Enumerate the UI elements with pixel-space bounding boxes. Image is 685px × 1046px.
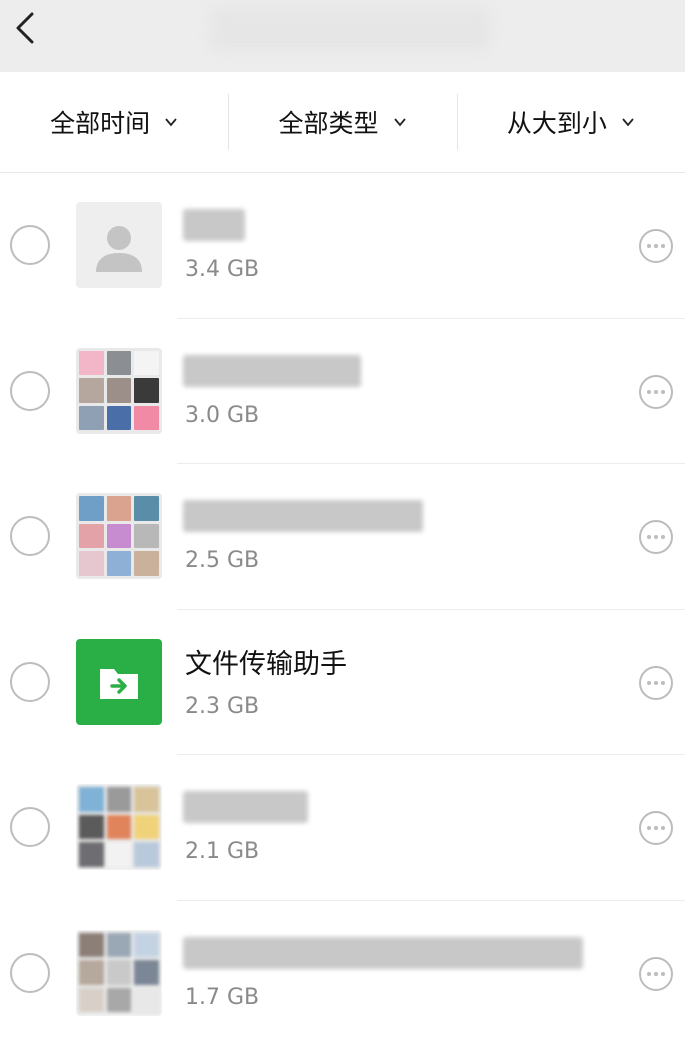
more-options-button[interactable]: [639, 957, 673, 991]
list-item[interactable]: 2.5 GB: [0, 464, 685, 610]
group-name-redacted: [183, 937, 583, 969]
list-item[interactable]: 3.4 GB: [0, 173, 685, 319]
more-options-button[interactable]: [639, 811, 673, 845]
group-name-redacted: [183, 355, 361, 387]
chevron-left-icon: [14, 12, 36, 44]
list-item[interactable]: 3.0 GB: [0, 319, 685, 465]
type-filter-label: 全部类型: [278, 104, 378, 140]
file-transfer-avatar: [76, 639, 162, 725]
group-name-redacted: [183, 500, 423, 532]
group-avatar: [76, 930, 162, 1016]
storage-size: 3.0 GB: [185, 403, 259, 428]
chevron-down-icon: [393, 115, 407, 129]
select-radio[interactable]: [10, 807, 50, 847]
more-options-button[interactable]: [639, 520, 673, 554]
more-options-button[interactable]: [639, 229, 673, 263]
select-radio[interactable]: [10, 953, 50, 993]
storage-size: 3.4 GB: [185, 257, 259, 282]
contact-name: 文件传输助手: [185, 642, 347, 681]
avatar: [76, 202, 162, 288]
sort-order-label: 从大到小: [507, 104, 607, 140]
select-radio[interactable]: [10, 225, 50, 265]
storage-size: 2.5 GB: [185, 548, 259, 573]
storage-size: 1.7 GB: [185, 985, 259, 1010]
storage-size: 2.3 GB: [185, 694, 259, 719]
contact-name-redacted: [183, 209, 245, 241]
list-item[interactable]: 文件传输助手 2.3 GB: [0, 610, 685, 756]
chevron-down-icon: [164, 115, 178, 129]
page-title-redacted: [210, 6, 490, 50]
group-avatar: [76, 784, 162, 870]
sort-order-dropdown[interactable]: 从大到小: [457, 72, 685, 172]
select-radio[interactable]: [10, 516, 50, 556]
folder-arrow-icon: [76, 639, 162, 725]
time-filter-label: 全部时间: [50, 104, 150, 140]
group-name-redacted: [183, 791, 308, 823]
default-person-icon: [76, 202, 162, 288]
select-radio[interactable]: [10, 662, 50, 702]
more-options-button[interactable]: [639, 375, 673, 409]
list-item[interactable]: 1.7 GB: [0, 901, 685, 1046]
type-filter-dropdown[interactable]: 全部类型: [228, 72, 456, 172]
storage-size: 2.1 GB: [185, 839, 259, 864]
group-avatar: [76, 493, 162, 579]
chevron-down-icon: [621, 115, 635, 129]
navigation-bar: [0, 0, 685, 72]
back-button[interactable]: [10, 12, 40, 44]
chat-storage-list: 3.4 GB 3.0 GB 2.5 GB: [0, 173, 685, 1046]
select-radio[interactable]: [10, 371, 50, 411]
time-filter-dropdown[interactable]: 全部时间: [0, 72, 228, 172]
filter-bar: 全部时间 全部类型 从大到小: [0, 72, 685, 173]
group-avatar: [76, 348, 162, 434]
more-options-button[interactable]: [639, 666, 673, 700]
list-item[interactable]: 2.1 GB: [0, 755, 685, 901]
